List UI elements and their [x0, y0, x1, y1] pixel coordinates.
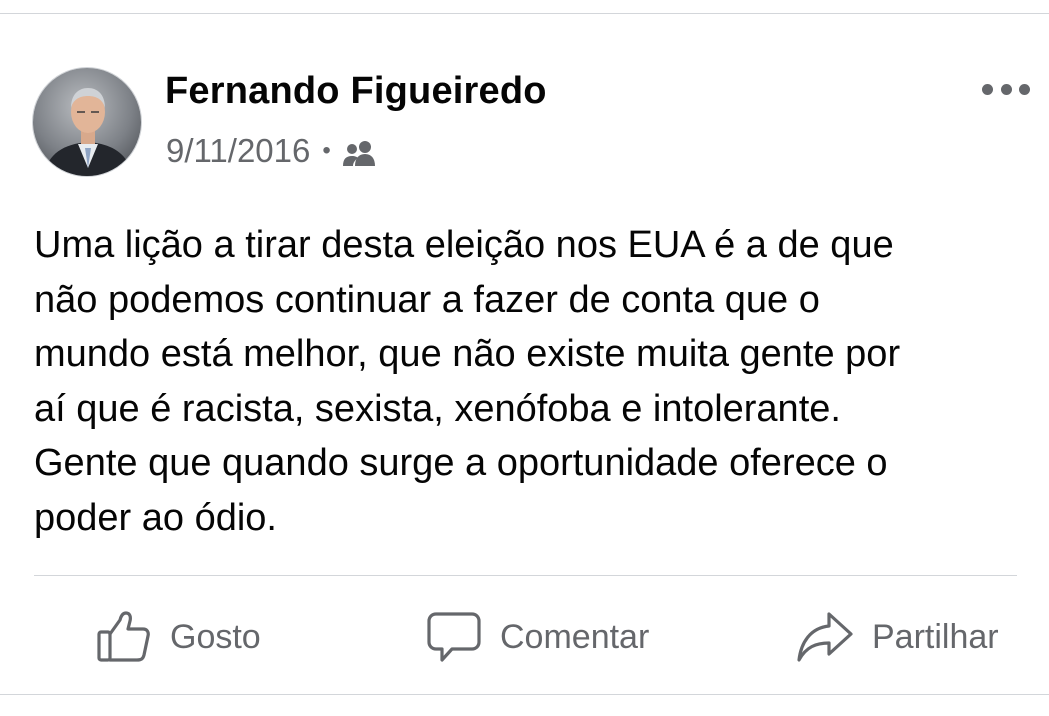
share-button[interactable]: Partilhar — [796, 607, 999, 667]
more-horizontal-icon — [1019, 83, 1030, 95]
post-meta: 9/11/2016 • — [166, 131, 377, 171]
like-button[interactable]: Gosto — [96, 607, 261, 667]
thumbs-up-icon — [96, 610, 152, 664]
like-label: Gosto — [170, 617, 261, 656]
more-options-button[interactable] — [982, 78, 1030, 100]
bottom-divider — [0, 694, 1049, 695]
meta-separator: • — [322, 137, 331, 164]
avatar[interactable] — [32, 67, 142, 177]
share-label: Partilhar — [872, 617, 999, 656]
friends-icon[interactable] — [341, 137, 377, 166]
top-divider — [0, 13, 1049, 14]
more-horizontal-icon — [982, 83, 993, 95]
more-horizontal-icon — [1000, 83, 1012, 95]
avatar-photo — [33, 68, 141, 176]
author-name[interactable]: Fernando Figueiredo — [165, 70, 547, 113]
share-arrow-icon — [796, 610, 854, 664]
post-date[interactable]: 9/11/2016 — [166, 132, 310, 170]
post-text: Uma lição a tirar desta eleição nos EUA … — [34, 224, 901, 539]
comment-button[interactable]: Comentar — [426, 607, 649, 667]
actions-divider — [34, 575, 1017, 576]
speech-bubble-icon — [426, 610, 482, 664]
comment-label: Comentar — [500, 617, 650, 656]
